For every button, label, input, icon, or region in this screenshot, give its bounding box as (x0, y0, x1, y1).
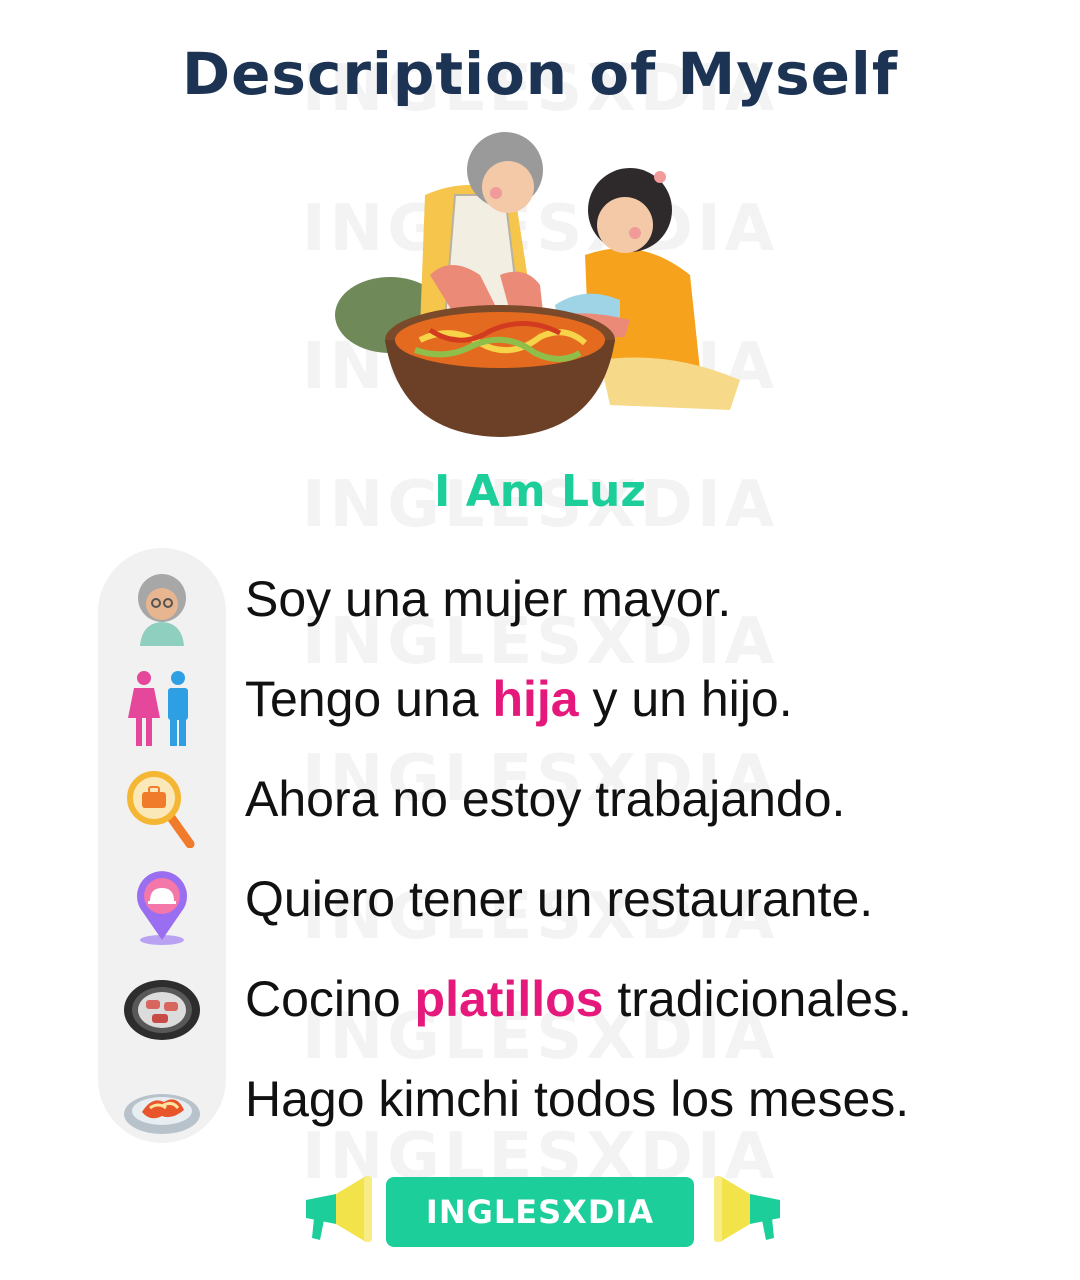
item-text: Soy una mujer mayor. (245, 571, 732, 627)
item-text: Tengo una hija y un hijo. (245, 671, 793, 727)
subtitle: I Am Luz (434, 466, 646, 517)
kimchi-plate-icon (122, 1068, 202, 1148)
item-text: Hago kimchi todos los meses. (245, 1071, 910, 1127)
brand-button[interactable]: INGLESXDIA (386, 1177, 694, 1247)
job-search-icon (122, 768, 202, 849)
list-item: Quiero tener un restaurante. (0, 852, 1080, 952)
list-item: Ahora no estoy trabajando. (0, 752, 1080, 852)
grandmother-and-girl-illustration (330, 125, 750, 450)
restaurant-pin-icon (122, 868, 202, 948)
megaphone-icon (700, 1170, 790, 1250)
megaphone-icon (296, 1170, 386, 1250)
item-text: Ahora no estoy trabajando. (245, 771, 846, 827)
item-text: Quiero tener un restaurante. (245, 871, 874, 927)
list-item: Hago kimchi todos los meses. (0, 1052, 1080, 1152)
man-and-woman-icon (122, 668, 202, 748)
grill-pan-icon (122, 968, 202, 1048)
list-item: Tengo una hija y un hijo. (0, 652, 1080, 752)
page-title: Description of Myself (181, 40, 899, 108)
list-item: Soy una mujer mayor. (0, 552, 1080, 652)
item-text: Cocino platillos tradicionales. (245, 971, 912, 1027)
list-item: Cocino platillos tradicionales. (0, 952, 1080, 1052)
older-woman-icon (122, 568, 202, 648)
